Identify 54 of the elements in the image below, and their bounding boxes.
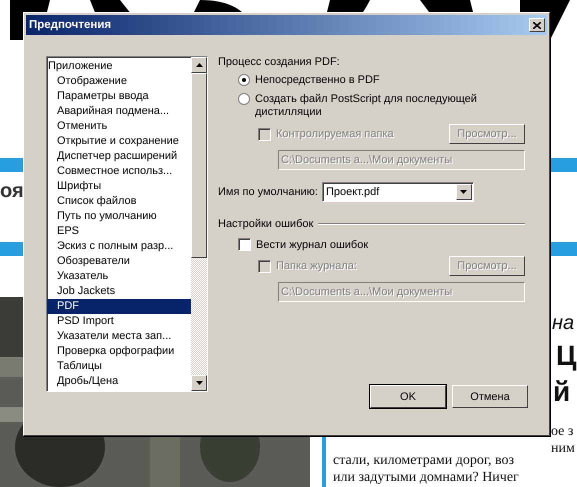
category-item[interactable]: Дробь/Цена bbox=[47, 374, 191, 389]
dialog-button[interactable]: Отмена bbox=[452, 385, 528, 408]
page-text: стали, километрами дорог, воз bbox=[333, 453, 514, 469]
scroll-up-button[interactable] bbox=[191, 57, 207, 73]
name-dropdown[interactable]: Проект.pdf bbox=[322, 182, 474, 202]
category-item[interactable]: PSD Import bbox=[47, 314, 191, 329]
category-item[interactable]: Путь по умолчанию bbox=[47, 209, 191, 224]
up-arrow-icon bbox=[196, 63, 202, 67]
section-label: Процесс создания PDF: bbox=[218, 56, 341, 68]
page-text: ним bbox=[551, 441, 575, 457]
page-text: й bbox=[553, 376, 570, 408]
category-item[interactable]: Аварийная подмена... bbox=[47, 104, 191, 119]
scroll-thumb[interactable] bbox=[191, 73, 207, 258]
radio-button[interactable] bbox=[238, 74, 250, 86]
section-label: Настройки ошибок bbox=[218, 218, 314, 230]
category-item[interactable]: Указатель bbox=[47, 269, 191, 284]
radio-label: Создать файл PostScript для последующей дистилляции bbox=[255, 93, 478, 119]
page-text: на bbox=[552, 312, 574, 335]
dropdown-arrow-icon bbox=[460, 190, 468, 194]
category-item[interactable]: Совместное использ... bbox=[47, 164, 191, 179]
category-item[interactable]: Диспетчер расширений bbox=[47, 149, 191, 164]
category-item[interactable]: Обозреватели bbox=[47, 254, 191, 269]
category-item[interactable]: Шрифты bbox=[47, 179, 191, 194]
category-item[interactable]: Отменить bbox=[47, 119, 191, 134]
category-item[interactable]: EPS bbox=[47, 224, 191, 239]
window-title: Предпочтения bbox=[29, 19, 112, 31]
field-label: Имя по умолчанию: bbox=[218, 186, 318, 198]
category-item[interactable]: Приложение bbox=[47, 59, 191, 74]
page-text: или задутыми домнами? Ничег bbox=[333, 470, 519, 486]
checkbox-label: Контролируемая папка bbox=[276, 128, 395, 140]
close-icon bbox=[533, 22, 541, 28]
category-item[interactable]: Параметры ввода bbox=[47, 89, 191, 104]
down-arrow-icon bbox=[196, 381, 202, 385]
category-item[interactable]: Указатели места зап... bbox=[47, 329, 191, 344]
category-item[interactable]: Таблицы bbox=[47, 359, 191, 374]
scrollbar[interactable] bbox=[191, 57, 207, 391]
category-item[interactable]: Список файлов bbox=[47, 194, 191, 209]
page-text: оя bbox=[0, 180, 24, 203]
page-text: Ц bbox=[556, 340, 576, 372]
category-item[interactable]: Эскиз с полным разр... bbox=[47, 239, 191, 254]
radio-button[interactable] bbox=[238, 93, 250, 105]
checkbox-label: Папка журнала: bbox=[276, 260, 358, 272]
dialog-button[interactable]: OK bbox=[370, 385, 446, 408]
checkbox-label: Вести журнал ошибок bbox=[256, 238, 370, 250]
checkbox[interactable] bbox=[238, 238, 251, 251]
category-item[interactable]: Отображение bbox=[47, 74, 191, 89]
category-item[interactable]: Проверка орфографии bbox=[47, 344, 191, 359]
scroll-down-button[interactable] bbox=[191, 375, 207, 391]
close-button[interactable] bbox=[529, 18, 545, 32]
radio-label: Непосредственно в PDF bbox=[255, 74, 381, 87]
category-item[interactable]: Job Jackets bbox=[47, 284, 191, 299]
page-text: ое з bbox=[551, 424, 574, 440]
category-item[interactable]: Открытие и сохранение bbox=[47, 134, 191, 149]
category-item[interactable]: PDF bbox=[47, 299, 191, 314]
